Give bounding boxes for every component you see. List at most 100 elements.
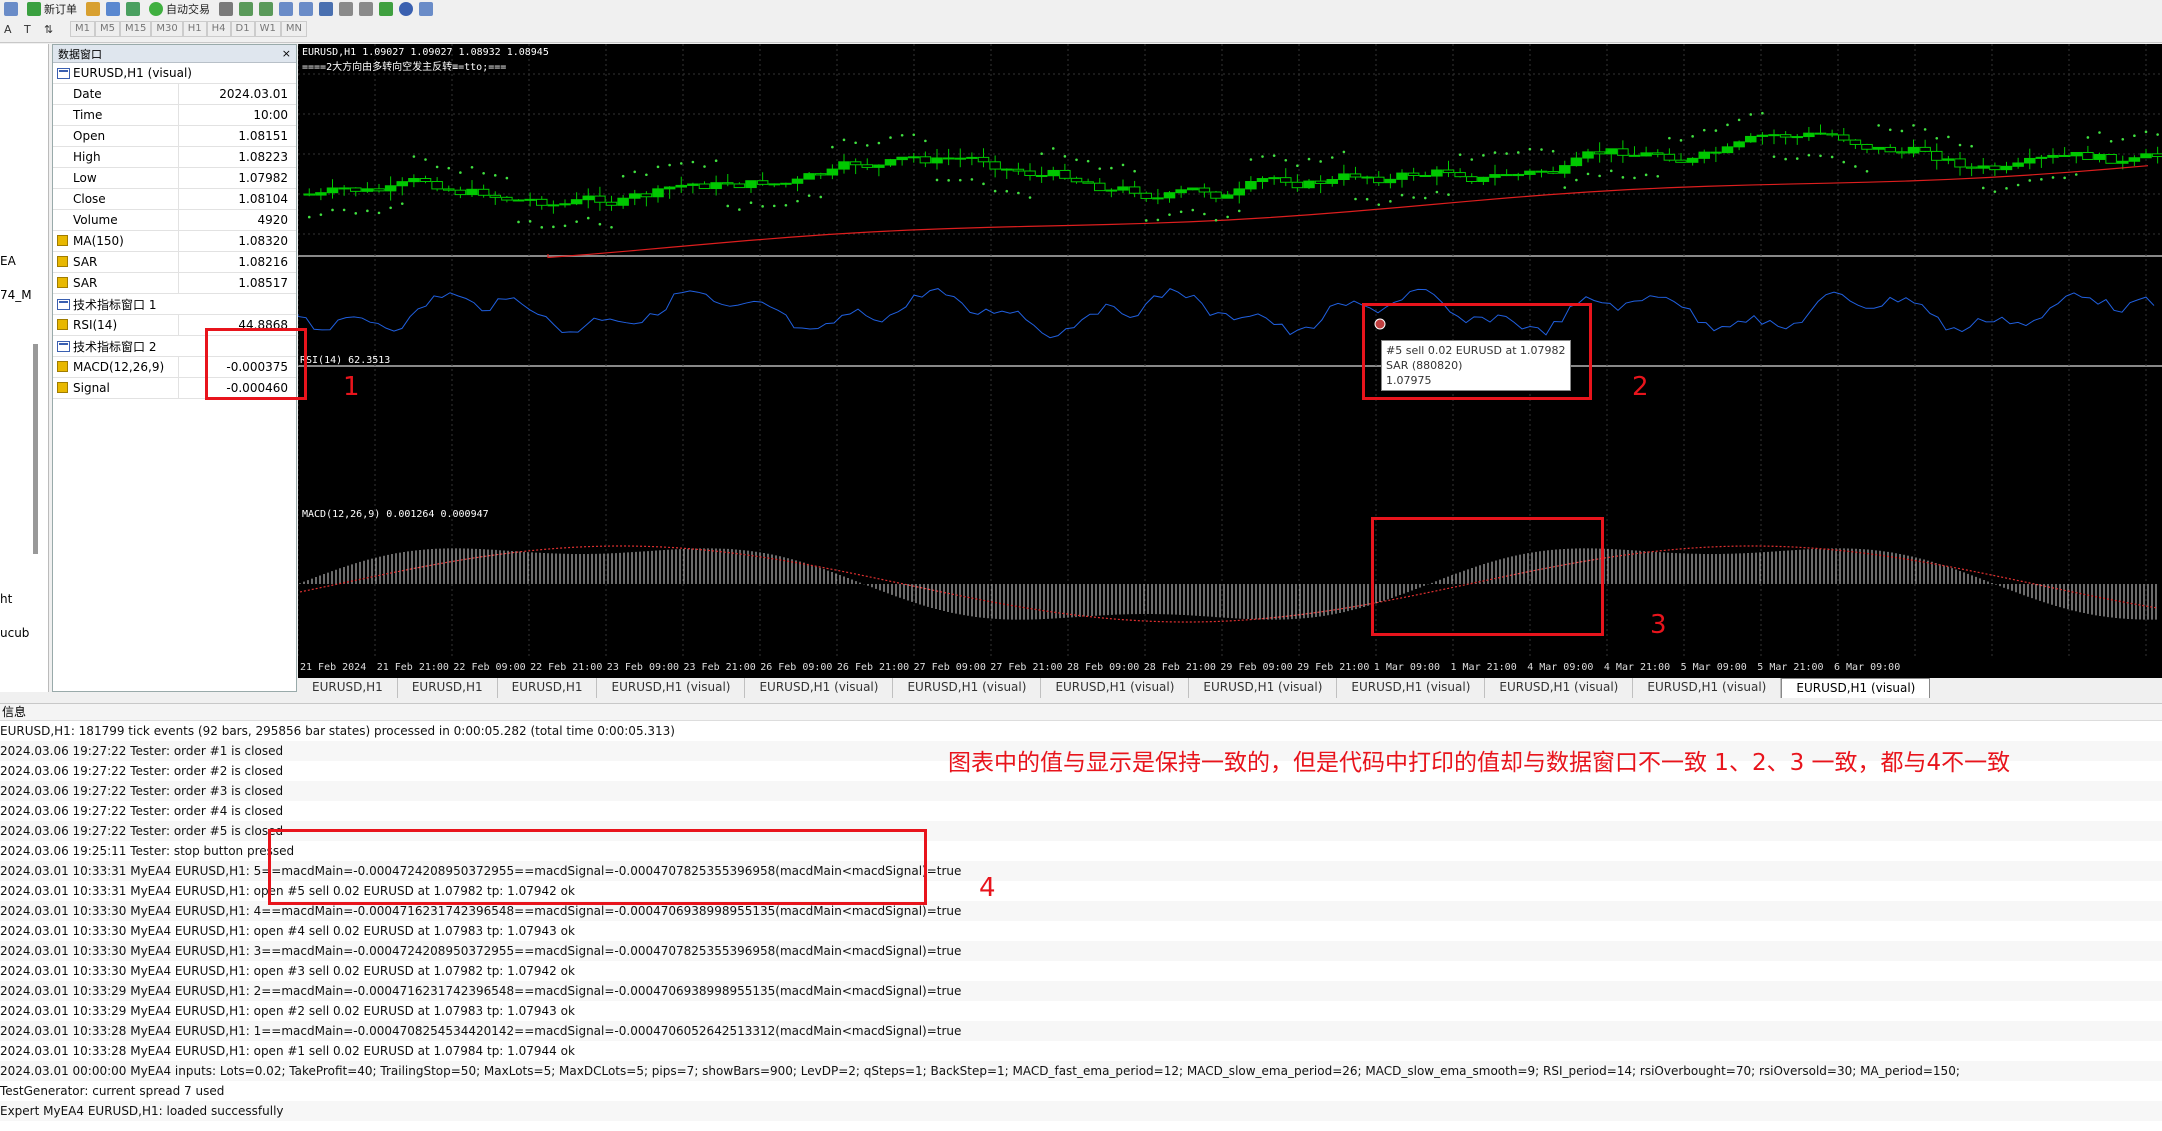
chart-tab[interactable]: EURUSD,H1 (visual)	[1041, 678, 1190, 698]
candle-body	[687, 183, 699, 186]
zoom-icon[interactable]	[4, 2, 18, 16]
sar-dot	[1575, 178, 1578, 182]
navigator-item[interactable]: EA	[0, 254, 16, 268]
candle-body	[1849, 139, 1862, 145]
candle-body	[1500, 174, 1513, 177]
chart-tab[interactable]: EURUSD,H1	[498, 678, 598, 698]
templates-icon[interactable]	[419, 2, 433, 16]
chart-tab[interactable]: EURUSD,H1 (visual)	[1485, 678, 1634, 698]
label-tool-icon[interactable]: T	[24, 23, 38, 36]
timeframe-h1-button[interactable]: H1	[182, 21, 207, 37]
candle-body	[1919, 146, 1931, 152]
navigator-item[interactable]: ucub	[0, 626, 29, 640]
timeframe-m5-button[interactable]: M5	[95, 21, 120, 37]
timeframe-d1-button[interactable]: D1	[230, 21, 255, 37]
timeframe-h4-button[interactable]: H4	[206, 21, 231, 37]
zoom-in-icon[interactable]	[279, 2, 293, 16]
sar-dot	[1691, 135, 1694, 138]
indicator-window-1-title: 技术指标窗口 1	[73, 297, 157, 312]
timeframe-mn-button[interactable]: MN	[280, 21, 307, 37]
data-row-label: Date	[73, 87, 102, 101]
sar-dot	[714, 159, 718, 162]
close-icon[interactable]: ×	[282, 47, 291, 60]
navigator-item[interactable]: 74_M	[0, 288, 32, 302]
chart-tab[interactable]: EURUSD,H1 (visual)	[1781, 678, 1931, 698]
candles-icon[interactable]	[239, 2, 253, 16]
zoom-out-icon[interactable]	[299, 2, 313, 16]
data-row-label-cell: SAR	[53, 252, 179, 272]
new-order-button[interactable]: 新订单	[24, 1, 80, 17]
autoscroll-icon[interactable]	[359, 2, 373, 16]
timeframe-m1-button[interactable]: M1	[70, 21, 95, 37]
market-icon[interactable]	[86, 2, 100, 16]
candle-body	[1256, 178, 1269, 183]
chart-canvas[interactable]	[298, 44, 2162, 678]
journal-line: 2024.03.01 10:33:29 MyEA4 EURUSD,H1: 2==…	[0, 981, 2162, 1001]
chart-tab[interactable]: EURUSD,H1 (visual)	[1633, 678, 1782, 698]
timeframe-w1-button[interactable]: W1	[254, 21, 281, 37]
sar-dot	[935, 178, 939, 182]
signals-icon[interactable]	[106, 2, 120, 16]
candle-body	[2140, 153, 2152, 159]
chart-window[interactable]: EURUSD,H1 1.09027 1.09027 1.08932 1.0894…	[298, 44, 2162, 678]
sar-dot	[1482, 154, 1485, 157]
candle-body	[1059, 169, 1071, 179]
candle-body	[849, 161, 862, 166]
text-tool-icon[interactable]: A	[4, 23, 18, 36]
annotation-box-1	[205, 328, 307, 400]
data-row: SAR 1.08216	[53, 252, 296, 273]
time-axis-label: 22 Feb 09:00	[453, 662, 526, 673]
candle-body	[873, 164, 885, 168]
globe-icon[interactable]	[126, 2, 140, 16]
sar-dot	[645, 173, 648, 177]
chart-tab[interactable]: EURUSD,H1 (visual)	[745, 678, 894, 698]
candle-body	[1175, 189, 1187, 194]
chart-tab[interactable]: EURUSD,H1 (visual)	[1337, 678, 1486, 698]
sar-dot	[1528, 147, 1532, 151]
chart-shift-icon[interactable]	[339, 2, 353, 16]
chart-tab[interactable]: EURUSD,H1 (visual)	[1189, 678, 1338, 698]
journal-line: 2024.03.01 10:33:28 MyEA4 EURUSD,H1: ope…	[0, 1044, 575, 1058]
auto-trade-label: 自动交易	[166, 3, 210, 16]
candle-body	[2093, 154, 2106, 160]
candle-body	[1070, 177, 1083, 183]
candle-body	[954, 157, 967, 160]
candle-body	[1872, 146, 1885, 150]
sar-dot	[807, 194, 811, 197]
periods-icon[interactable]	[399, 2, 413, 16]
sar-dot	[1842, 160, 1846, 164]
candle-body	[989, 161, 1001, 170]
sar-dot	[1307, 157, 1311, 161]
line-chart-icon[interactable]	[259, 2, 273, 16]
indicators-icon[interactable]	[379, 2, 393, 16]
candle-body	[710, 182, 722, 190]
timeframe-m15-button[interactable]: M15	[120, 21, 152, 37]
sar-dot	[1179, 210, 1183, 214]
data-row-label: MA(150)	[73, 234, 124, 248]
data-row-label-cell: Close	[53, 189, 179, 209]
sar-dot	[493, 174, 497, 177]
navigator-scrollbar[interactable]	[33, 344, 38, 554]
bar-chart-icon[interactable]	[219, 2, 233, 16]
chart-tab[interactable]: EURUSD,H1	[298, 678, 398, 698]
sar-dot	[1191, 208, 1195, 212]
arrows-tool-icon[interactable]: ⇅	[44, 23, 64, 36]
annotation-note: 图表中的值与显示是保持一致的，但是代码中打印的值却与数据窗口不一致 1、2、3 …	[948, 750, 2011, 776]
sar-dot	[1679, 139, 1683, 142]
candle-body	[2035, 156, 2048, 159]
chart-tab[interactable]: EURUSD,H1 (visual)	[597, 678, 746, 698]
timeframe-m30-button[interactable]: M30	[151, 21, 183, 37]
tile-windows-icon[interactable]	[319, 2, 333, 16]
macd-label: MACD(12,26,9) 0.001264 0.000947	[302, 509, 489, 520]
auto-trade-button[interactable]: 自动交易	[146, 1, 213, 17]
chart-tab[interactable]: EURUSD,H1	[398, 678, 498, 698]
candle-body	[1012, 168, 1025, 172]
candle-body	[1431, 169, 1443, 177]
candle-body	[1489, 174, 1501, 178]
chart-tab[interactable]: EURUSD,H1 (visual)	[893, 678, 1042, 698]
data-row-label-cell: Time	[53, 105, 179, 125]
timeframe-group: M1 M5 M15 M30 H1 H4 D1 W1 MN	[70, 21, 307, 37]
indicator-window-1-header: 技术指标窗口 1	[53, 294, 296, 315]
navigator-item[interactable]: ht	[0, 592, 12, 606]
data-row: Close 1.08104	[53, 189, 296, 210]
